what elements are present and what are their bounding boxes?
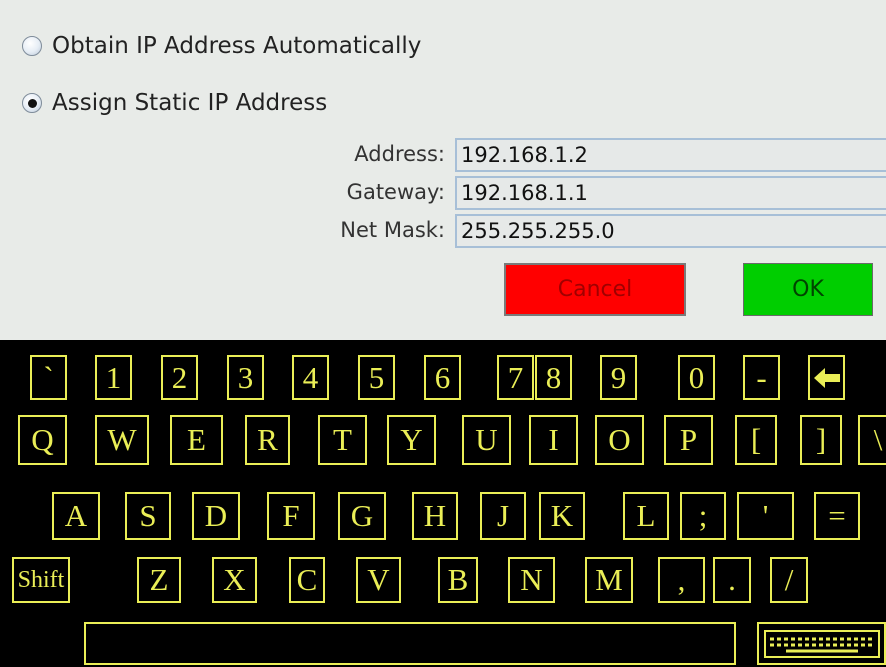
- automatic-option-label: Obtain IP Address Automatically: [52, 33, 422, 59]
- assign-static-option[interactable]: Assign Static IP Address: [22, 90, 327, 116]
- key-h[interactable]: H: [412, 492, 458, 540]
- key-p[interactable]: P: [664, 415, 713, 465]
- key-n[interactable]: N: [508, 557, 555, 603]
- key-d[interactable]: D: [192, 492, 240, 540]
- radio-button-static[interactable]: [22, 93, 42, 113]
- key-right-bracket[interactable]: ]: [800, 415, 842, 465]
- key-7[interactable]: 7: [497, 355, 534, 400]
- key-3[interactable]: 3: [227, 355, 264, 400]
- key-0[interactable]: 0: [678, 355, 715, 400]
- key-9[interactable]: 9: [600, 355, 637, 400]
- key-apostrophe[interactable]: ': [737, 492, 794, 540]
- key-6[interactable]: 6: [424, 355, 461, 400]
- key-w[interactable]: W: [95, 415, 149, 465]
- key-m[interactable]: M: [585, 557, 633, 603]
- gateway-label: Gateway:: [346, 180, 445, 204]
- key-1[interactable]: 1: [95, 355, 132, 400]
- key-5[interactable]: 5: [358, 355, 395, 400]
- key-2[interactable]: 2: [161, 355, 198, 400]
- backspace-arrow-icon: [813, 367, 840, 388]
- key-j[interactable]: J: [480, 492, 526, 540]
- key-l[interactable]: L: [623, 492, 669, 540]
- key-comma[interactable]: ,: [658, 557, 705, 603]
- netmask-field[interactable]: [455, 214, 886, 248]
- key-z[interactable]: Z: [137, 557, 181, 603]
- key-shift[interactable]: Shift: [12, 557, 70, 603]
- key-8[interactable]: 8: [535, 355, 572, 400]
- key-f[interactable]: F: [267, 492, 315, 540]
- key-i[interactable]: I: [529, 415, 578, 465]
- key-4[interactable]: 4: [292, 355, 329, 400]
- key-space[interactable]: [84, 622, 736, 665]
- key-x[interactable]: X: [212, 557, 257, 603]
- network-settings-panel: Obtain IP Address Automatically Assign S…: [0, 0, 886, 340]
- key-g[interactable]: G: [338, 492, 386, 540]
- key-slash[interactable]: /: [770, 557, 808, 603]
- key-b[interactable]: B: [438, 557, 478, 603]
- key-equals[interactable]: =: [814, 492, 860, 540]
- key-q[interactable]: Q: [18, 415, 67, 465]
- radio-button-automatic[interactable]: [22, 36, 42, 56]
- gateway-field[interactable]: [455, 176, 886, 210]
- netmask-label: Net Mask:: [340, 218, 445, 242]
- key-y[interactable]: Y: [387, 415, 436, 465]
- static-option-label: Assign Static IP Address: [52, 90, 328, 116]
- cancel-button[interactable]: Cancel: [504, 263, 686, 316]
- keyboard-icon: [763, 629, 880, 658]
- key-e[interactable]: E: [170, 415, 223, 465]
- key-hide-keyboard[interactable]: [757, 622, 886, 665]
- key-k[interactable]: K: [539, 492, 585, 540]
- key-backspace[interactable]: [808, 355, 845, 400]
- key-backtick[interactable]: `: [30, 355, 67, 400]
- key-v[interactable]: V: [356, 557, 401, 603]
- key-r[interactable]: R: [245, 415, 290, 465]
- address-label: Address:: [354, 142, 445, 166]
- key-backslash[interactable]: \: [858, 415, 886, 465]
- ok-button[interactable]: OK: [743, 263, 873, 316]
- key-c[interactable]: C: [289, 557, 325, 603]
- key-left-bracket[interactable]: [: [735, 415, 777, 465]
- obtain-automatically-option[interactable]: Obtain IP Address Automatically: [22, 33, 421, 59]
- key-t[interactable]: T: [318, 415, 367, 465]
- key-u[interactable]: U: [462, 415, 511, 465]
- key-o[interactable]: O: [595, 415, 644, 465]
- key-period[interactable]: .: [713, 557, 751, 603]
- key-a[interactable]: A: [52, 492, 100, 540]
- key-minus[interactable]: -: [743, 355, 780, 400]
- address-field[interactable]: [455, 138, 886, 172]
- key-s[interactable]: S: [125, 492, 171, 540]
- key-semicolon[interactable]: ;: [680, 492, 726, 540]
